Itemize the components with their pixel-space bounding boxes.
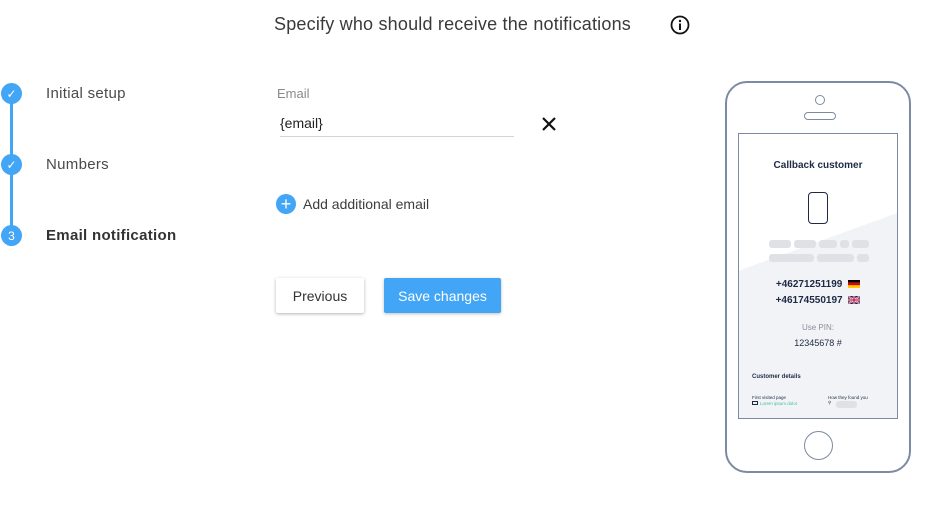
skeleton-line — [840, 240, 849, 248]
phone-number: +46271251199 — [775, 279, 843, 290]
mobile-phone-icon — [808, 192, 828, 224]
previous-button[interactable]: Previous — [276, 278, 364, 313]
step-3-number-badge: 3 — [1, 225, 22, 246]
info-icon[interactable] — [670, 15, 690, 35]
skeleton-line — [769, 254, 814, 262]
skeleton-line — [836, 401, 857, 408]
customer-details-title: Customer details — [752, 374, 801, 380]
add-email-label: Add additional email — [303, 196, 430, 212]
monitor-icon — [752, 401, 758, 405]
first-visited-label: First visited page — [752, 395, 787, 400]
pin-label: Use PIN: — [801, 323, 834, 332]
close-icon[interactable] — [539, 114, 559, 134]
email-field-label: Email — [277, 86, 310, 101]
skeleton-line — [817, 254, 854, 262]
how-found-label: How they found you — [828, 395, 868, 400]
first-visited-value: Lorem ipsum dolor — [760, 401, 798, 406]
skeleton-line — [819, 240, 837, 248]
progress-stepper: ✓ Initial setup ✓ Numbers 3 Email notifi… — [0, 80, 240, 260]
phone-preview: Callback customer +46271251199 +46174550… — [725, 81, 911, 473]
step-label-initial-setup[interactable]: Initial setup — [46, 85, 126, 102]
skeleton-line — [852, 240, 869, 248]
phone-number: +46174550197 — [775, 295, 843, 306]
step-label-email-notification[interactable]: Email notification — [46, 227, 176, 244]
save-changes-button[interactable]: Save changes — [384, 278, 501, 313]
preview-number-gb: +46174550197 — [739, 295, 897, 306]
skeleton-line — [857, 254, 869, 262]
page-title: Specify who should receive the notificat… — [274, 14, 631, 34]
skeleton-line — [769, 240, 791, 248]
search-icon: ⚲ — [828, 400, 832, 405]
preview-title: Callback customer — [773, 160, 863, 171]
preview-number-de: +46271251199 — [739, 279, 897, 290]
add-additional-email-button[interactable]: + Add additional email — [276, 194, 429, 214]
email-field[interactable] — [280, 110, 514, 137]
germany-flag-icon — [848, 280, 861, 289]
phone-screen: Callback customer +46271251199 +46174550… — [738, 133, 898, 419]
plus-circle-icon: + — [276, 194, 296, 214]
step-label-numbers[interactable]: Numbers — [46, 156, 109, 173]
phone-speaker — [804, 112, 836, 120]
home-button — [804, 431, 833, 460]
skeleton-line — [794, 240, 816, 248]
step-2-check-icon: ✓ — [1, 154, 22, 175]
phone-camera — [815, 95, 825, 105]
step-1-check-icon: ✓ — [1, 83, 22, 104]
uk-flag-icon — [848, 296, 861, 305]
pin-value: 12345678 # — [794, 338, 842, 348]
